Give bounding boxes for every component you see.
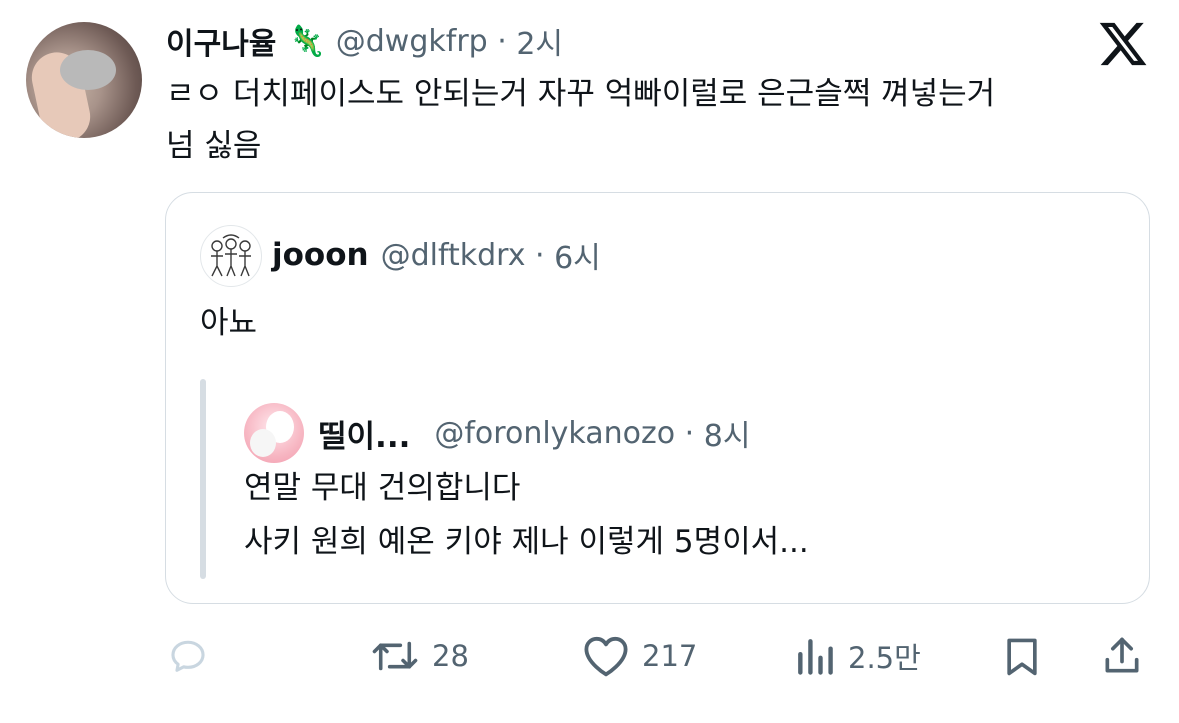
tweet-header: 이구나율 🦎 @dwgkfrp · 2시 — [166, 18, 563, 64]
avatar-pet — [60, 50, 116, 90]
nested-time[interactable]: 8시 — [704, 411, 751, 455]
action-bar: 28 217 2.5만 — [0, 626, 1179, 686]
reply-button[interactable] — [166, 626, 222, 686]
tweet-time[interactable]: 2시 — [516, 19, 563, 63]
author-display-name[interactable]: 이구나율 — [166, 19, 276, 63]
x-logo-icon — [1099, 22, 1147, 66]
tweet-text-line: ㄹㅇ 더치페이스도 안되는거 자꾸 억빠이럴로 은근슬쩍 껴넣는거 — [166, 76, 996, 112]
like-count: 217 — [642, 639, 698, 673]
author-avatar[interactable] — [26, 22, 142, 138]
quote-header: jooon @dlftkdrx · 6시 — [272, 233, 601, 277]
nested-quote-header: 띨이... @foronlykanozo · 8시 — [318, 411, 750, 455]
nested-author-handle[interactable]: @foronlykanozo — [434, 416, 675, 451]
nested-quote-bar — [200, 379, 206, 579]
quote-author-name[interactable]: jooon — [272, 237, 369, 273]
heart-icon — [584, 636, 628, 677]
quote-text: 아뇨 — [200, 305, 258, 341]
meta-separator: · — [487, 23, 517, 59]
quote-author-avatar[interactable] — [200, 225, 262, 287]
quote-card[interactable]: jooon @dlftkdrx · 6시 아뇨 띨이... @foronlyka… — [165, 192, 1150, 604]
meta-separator: · — [675, 415, 704, 451]
nested-quote-text: 연말 무대 건의합니다 사키 원희 예온 키야 제나 이렇게 5명이서... — [244, 461, 809, 569]
views-icon — [798, 639, 833, 675]
retweet-count: 28 — [432, 639, 469, 673]
avatar-dog — [250, 429, 276, 457]
tweet-text: ㄹㅇ 더치페이스도 안되는거 자꾸 억빠이럴로 은근슬쩍 껴넣는거 넘 싫음 — [166, 68, 1146, 172]
views-count: 2.5만 — [848, 641, 921, 675]
retweet-button[interactable]: 28 — [370, 626, 469, 686]
lizard-emoji: 🦎 — [288, 23, 326, 59]
meta-separator: · — [525, 237, 555, 273]
bookmark-icon — [1007, 638, 1037, 676]
author-handle[interactable]: @dwgkfrp — [336, 24, 488, 59]
share-icon — [1105, 637, 1139, 673]
reply-icon — [171, 640, 205, 672]
views-button[interactable]: 2.5만 — [794, 626, 921, 686]
nested-text-line: 사키 원희 예온 키야 제나 이렇게 5명이서... — [244, 524, 809, 560]
bookmark-button[interactable] — [1000, 626, 1044, 686]
share-button[interactable] — [1100, 626, 1144, 686]
quote-author-handle[interactable]: @dlftkdrx — [381, 238, 526, 273]
sketch-avatar-icon — [211, 234, 251, 277]
like-button[interactable]: 217 — [582, 626, 697, 686]
retweet-icon — [372, 641, 418, 671]
nested-author-avatar[interactable] — [244, 403, 304, 463]
nested-author-name[interactable]: 띨이... — [318, 411, 410, 456]
tweet-text-line: 넘 싫음 — [166, 128, 262, 164]
nested-text-line: 연말 무대 건의합니다 — [244, 470, 521, 506]
quote-time[interactable]: 6시 — [554, 233, 601, 277]
